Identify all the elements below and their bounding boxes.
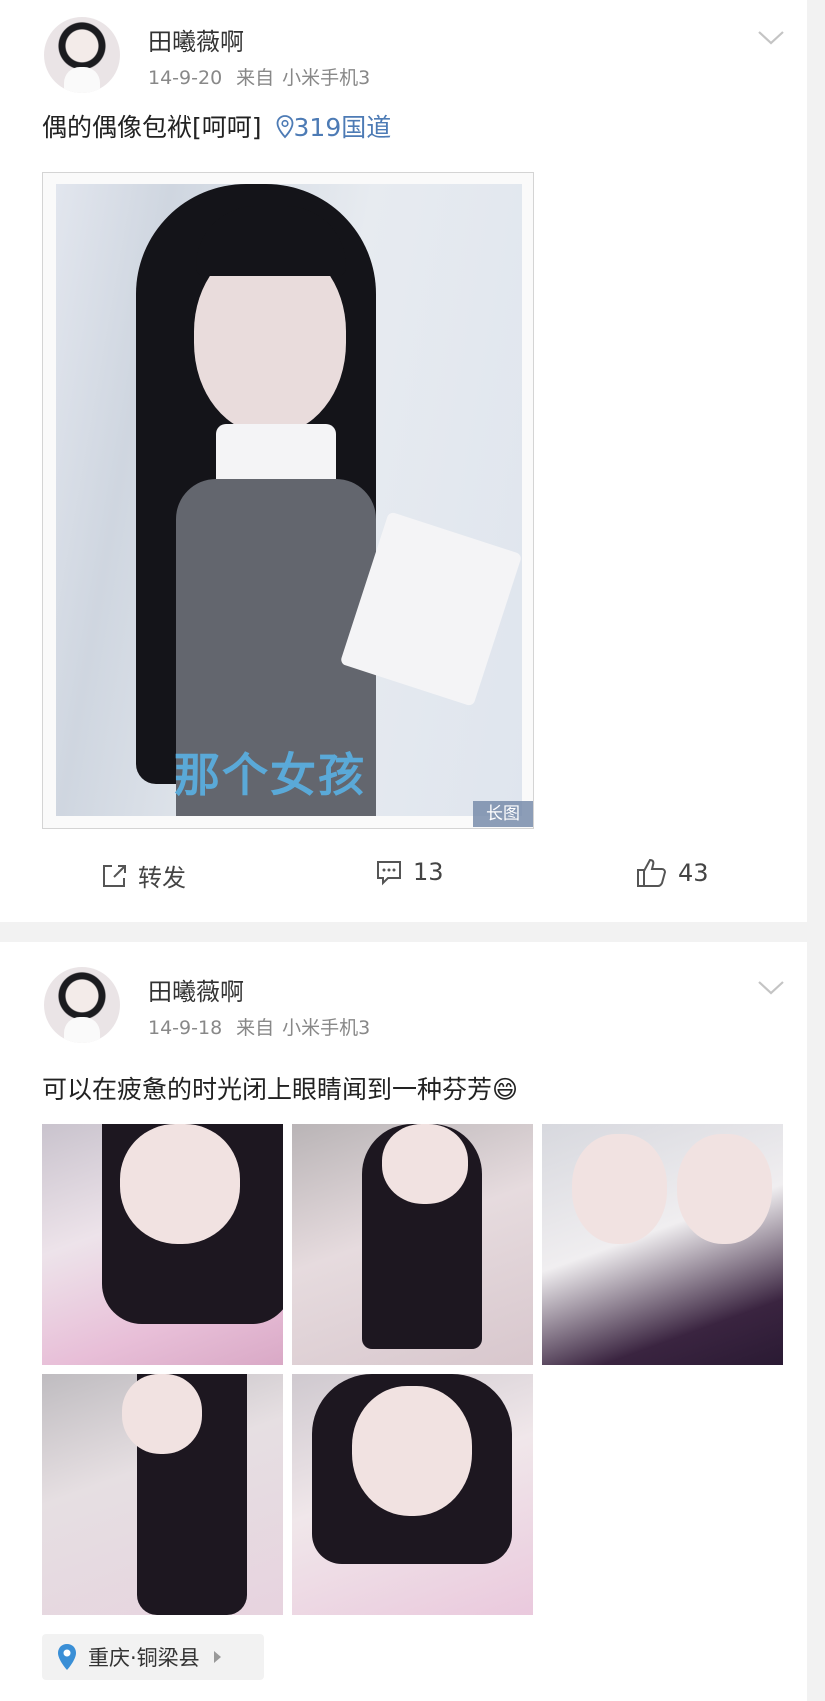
- author-name[interactable]: 田曦薇啊: [148, 972, 244, 1007]
- repost-button[interactable]: 转发: [100, 858, 186, 893]
- post-date: 14-9-20: [148, 67, 223, 89]
- location-pin-icon: [276, 115, 293, 139]
- grid-photo-3[interactable]: [542, 1124, 783, 1365]
- location-pin-icon: [58, 1644, 76, 1670]
- thumbs-up-icon: [637, 858, 667, 887]
- post-text-line: 可以在疲惫的时光闭上眼睛闻到一种芬芳😄: [42, 1070, 518, 1106]
- right-edge-strip: [807, 0, 825, 1701]
- comment-count: 13: [413, 858, 444, 886]
- post-meta: 14-9-18 来自 小米手机3: [148, 1013, 370, 1040]
- source-prefix: 来自: [236, 1017, 275, 1039]
- repost-icon: [103, 864, 126, 887]
- grid-photo-1[interactable]: [42, 1124, 283, 1365]
- post-long-image[interactable]: 那个女孩 长图: [42, 172, 534, 829]
- author-name[interactable]: 田曦薇啊: [148, 22, 244, 57]
- location-label: 319国道: [293, 113, 392, 142]
- post-text: 可以在疲惫的时光闭上眼睛闻到一种芬芳: [42, 1075, 493, 1104]
- post-separator: [0, 922, 825, 942]
- location-chip-label: 重庆·铜梁县: [88, 1646, 200, 1670]
- location-chip[interactable]: 重庆·铜梁县: [42, 1634, 264, 1680]
- action-bar: 转发 13 43: [0, 858, 807, 918]
- comment-icon: [377, 861, 401, 886]
- post-text: 偶的偶像包袱[呵呵]: [42, 113, 262, 142]
- grid-photo-5[interactable]: [292, 1374, 533, 1615]
- chevron-down-icon[interactable]: [757, 978, 785, 998]
- post-text-line: 偶的偶像包袱[呵呵] 319国道: [42, 108, 391, 144]
- like-count: 43: [678, 859, 709, 887]
- comment-button[interactable]: 13: [375, 858, 444, 886]
- source-device[interactable]: 小米手机3: [282, 67, 370, 89]
- post-date: 14-9-18: [148, 1017, 223, 1039]
- avatar[interactable]: [44, 17, 120, 93]
- image-caption: 那个女孩: [174, 748, 366, 802]
- weibo-post-1: 田曦薇啊 14-9-20 来自 小米手机3 偶的偶像包袱[呵呵] 319国道 那个女孩…: [0, 0, 807, 922]
- long-image-badge: 长图: [473, 801, 533, 827]
- repost-label: 转发: [138, 864, 186, 892]
- grid-photo-2[interactable]: [292, 1124, 533, 1365]
- chevron-right-icon: [213, 1651, 221, 1663]
- photo-content: 那个女孩: [56, 184, 522, 816]
- location-link[interactable]: 319国道: [262, 113, 392, 142]
- like-button[interactable]: 43: [636, 858, 709, 888]
- chevron-down-icon[interactable]: [757, 28, 785, 48]
- source-prefix: 来自: [236, 67, 275, 89]
- avatar[interactable]: [44, 967, 120, 1043]
- laughing-emoji: 😄: [492, 1075, 519, 1104]
- source-device[interactable]: 小米手机3: [282, 1017, 370, 1039]
- grid-photo-4[interactable]: [42, 1374, 283, 1615]
- post-meta: 14-9-20 来自 小米手机3: [148, 63, 370, 90]
